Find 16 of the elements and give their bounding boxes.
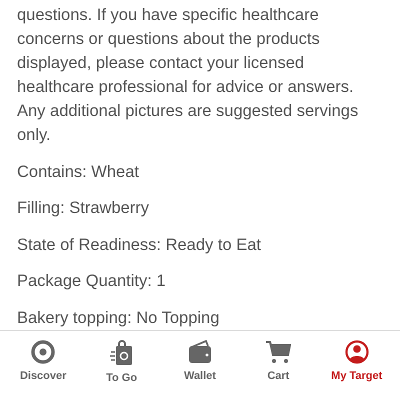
disclaimer-text: questions. If you have specific healthcare concerns or questions about the products displayed, please contact your licensed healthcare professional for advice or answers. Any additional pictures are suggested servings only. bbox=[17, 5, 360, 146]
product-detail: Filling: Strawberry bbox=[17, 198, 150, 219]
product-detail: State of Readiness: Ready to Eat bbox=[17, 234, 262, 256]
product-detail: Bakery topping: No Topping bbox=[17, 308, 220, 328]
tab-button[interactable]: To Go bbox=[84, 340, 160, 386]
user-icon bbox=[344, 340, 369, 364]
tab-button[interactable]: Discover bbox=[5, 340, 82, 386]
target-icon bbox=[31, 340, 56, 364]
cart-icon bbox=[265, 340, 292, 364]
tab-button[interactable]: My Target bbox=[318, 340, 395, 386]
shopping-bag-icon bbox=[110, 340, 134, 366]
tab-button[interactable]: Wallet bbox=[162, 340, 238, 386]
wallet-icon bbox=[186, 340, 213, 364]
product-detail: Contains: Wheat bbox=[17, 162, 140, 182]
tab-button[interactable]: Cart bbox=[240, 340, 316, 386]
product-detail: Package Quantity: 1 bbox=[17, 271, 167, 292]
